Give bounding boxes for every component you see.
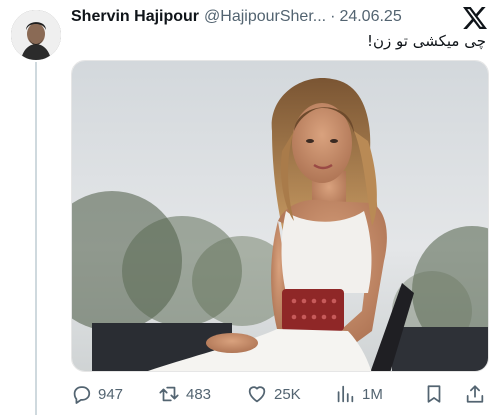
reply-button[interactable]: 947 (70, 381, 123, 407)
action-bar: 947 483 25K 1M (68, 381, 492, 407)
reply-icon (73, 386, 91, 404)
thread-line (35, 62, 37, 415)
tweet-header: Shervin Hajipour @HajipourSher... · 24.0… (71, 8, 452, 28)
avatar[interactable] (11, 10, 61, 60)
views-icon (337, 385, 354, 403)
bookmark-icon (427, 385, 441, 403)
x-logo-icon (463, 7, 487, 29)
bookmark-button[interactable] (423, 381, 445, 407)
reply-count: 947 (98, 385, 124, 403)
views-count: 1M (362, 385, 383, 403)
author-handle[interactable]: @HajipourSher... (204, 8, 326, 26)
retweet-count: 483 (186, 385, 212, 403)
views-button[interactable]: 1M (334, 381, 383, 407)
heart-icon (248, 386, 266, 403)
tweet-text: چی میکشی تو زن! (366, 32, 486, 50)
retweet-button[interactable]: 483 (158, 381, 211, 407)
tweet-photo[interactable] (71, 60, 489, 372)
like-button[interactable]: 25K (246, 381, 301, 407)
share-button[interactable] (464, 381, 486, 407)
author-name[interactable]: Shervin Hajipour (71, 8, 199, 26)
share-icon (466, 385, 484, 403)
tweet-date[interactable]: 24.06.25 (339, 8, 401, 26)
retweet-icon (159, 386, 179, 402)
like-count: 25K (274, 385, 301, 403)
separator-dot: · (330, 8, 336, 25)
